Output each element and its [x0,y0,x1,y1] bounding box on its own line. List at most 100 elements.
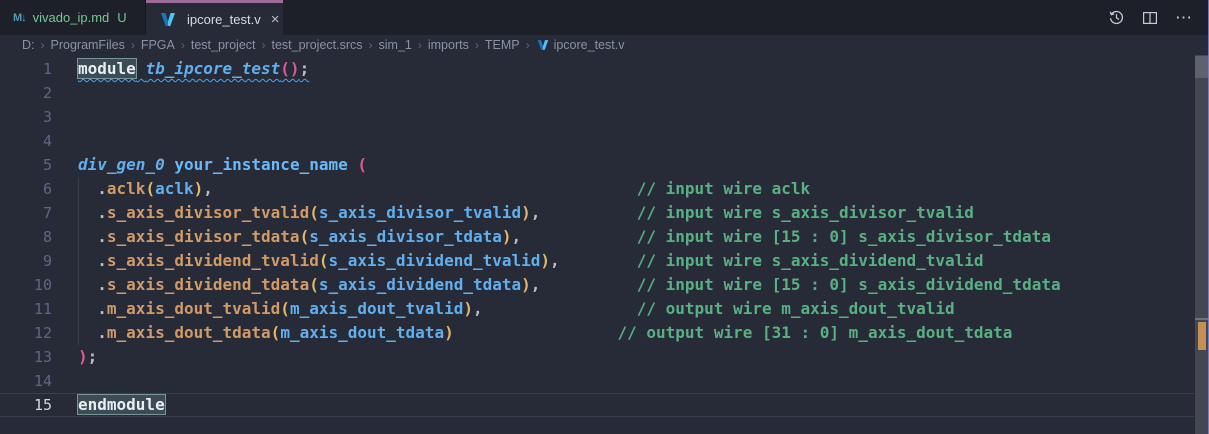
line-number: 5 [0,153,52,177]
code-token: ( [309,275,319,294]
code-content: .s_axis_divisor_tdata(s_axis_divisor_tda… [78,225,1051,249]
breadcrumb-item[interactable]: D: [21,38,36,52]
code-line[interactable]: 8 .s_axis_divisor_tdata(s_axis_divisor_t… [0,225,1194,249]
code-line[interactable]: 4 [0,129,1194,153]
code-token [136,59,146,78]
code-token: , [203,179,213,198]
code-line[interactable]: 3 [0,105,1194,129]
code-token: m_axis_dout_tdata [280,323,444,342]
code-line[interactable]: 2 [0,81,1194,105]
code-token: your_instance_name [174,155,347,174]
line-number: 13 [0,345,52,369]
breadcrumb-item[interactable]: imports [427,38,470,52]
breadcrumb-item-file[interactable]: ipcore_test.v [553,38,626,52]
code-token [78,275,97,294]
code-line[interactable]: 14 [0,369,1194,393]
code-token: ( [300,227,310,246]
code-token: . [97,275,107,294]
tab-ipcore-test-v[interactable]: ipcore_test.v × [146,0,283,35]
code-token: // input wire [15 : 0] s_axis_divisor_td… [637,227,1051,246]
breadcrumb-separator: › [470,38,484,52]
code-token: tb_ipcore_test [145,59,280,78]
breadcrumb-item[interactable]: test_project.srcs [271,38,364,52]
code-content: .m_axis_dout_tvalid(m_axis_dout_tvalid),… [78,297,955,321]
code-content: module tb_ipcore_test(); [78,57,309,81]
line-number: 10 [0,273,52,297]
breadcrumb-item[interactable]: TEMP [484,38,521,52]
breadcrumb-separator: › [257,38,271,52]
line-number: 2 [0,81,52,105]
code-token [560,251,637,270]
code-token: ) [521,275,531,294]
more-actions-icon[interactable]: ⋯ [1175,8,1193,28]
code-token: ) [463,299,473,318]
code-line[interactable]: 1module tb_ipcore_test(); [0,57,1194,81]
code-token: ; [300,59,310,78]
code-content: .s_axis_divisor_tvalid(s_axis_divisor_tv… [78,201,974,225]
scrollbar-thumb[interactable] [1195,56,1209,78]
code-token: ) [444,323,454,342]
breadcrumb-item[interactable]: sim_1 [378,38,413,52]
code-token: ( [357,155,367,174]
scrollbar-track[interactable] [1195,55,1209,434]
timeline-history-icon[interactable] [1108,9,1125,26]
close-icon[interactable]: × [268,10,283,29]
breadcrumb-item[interactable]: test_project [190,38,257,52]
code-token: aclk [155,179,194,198]
line-number: 8 [0,225,52,249]
code-token: div_gen_0 [78,155,165,174]
code-token: . [97,227,107,246]
breadcrumb-item[interactable]: ProgramFiles [50,38,126,52]
line-number: 3 [0,105,52,129]
code-token: aclk [107,179,146,198]
code-line[interactable]: 11 .m_axis_dout_tvalid(m_axis_dout_tvali… [0,297,1194,321]
code-content: .s_axis_dividend_tdata(s_axis_dividend_t… [78,273,1061,297]
vscode-window: M↓ vivado_ip.md U ipcore_test.v × [0,0,1209,434]
code-line[interactable]: 12 .m_axis_dout_tdata(m_axis_dout_tdata)… [0,321,1194,345]
code-token: , [473,299,483,318]
tab-vivado-ip-md[interactable]: M↓ vivado_ip.md U [0,0,146,35]
code-line[interactable]: 13); [0,345,1194,369]
breadcrumb-separator: › [36,38,50,52]
code-token: s_axis_divisor_tdata [107,227,300,246]
vivado-icon [537,39,549,51]
occurrence-highlight: endmodule [78,395,165,414]
code-content: .m_axis_dout_tdata(m_axis_dout_tdata) //… [78,321,1012,345]
breadcrumb-separator: › [521,38,535,52]
code-content: endmodule [78,394,165,416]
code-token [78,323,97,342]
code-token: . [97,251,107,270]
code-token: // output wire m_axis_dout_tvalid [637,299,955,318]
code-token: s_axis_dividend_tdata [319,275,521,294]
code-token: ) [521,203,531,222]
squiggle-underline: module tb_ipcore_test(); [78,59,309,78]
code-token: , [531,275,541,294]
split-editor-icon[interactable] [1142,10,1158,26]
git-untracked-badge: U [117,10,126,25]
code-content: div_gen_0 your_instance_name ( [78,153,367,177]
code-token: s_axis_divisor_tvalid [107,203,309,222]
code-line[interactable]: 7 .s_axis_divisor_tvalid(s_axis_divisor_… [0,201,1194,225]
tab-label: vivado_ip.md [33,10,110,25]
overview-ruler-line [1195,318,1209,320]
code-token: . [97,299,107,318]
breadcrumb-item[interactable]: FPGA [140,38,176,52]
code-token [78,227,97,246]
line-number: 6 [0,177,52,201]
code-line[interactable]: 5 div_gen_0 your_instance_name ( [0,153,1194,177]
code-line[interactable]: 6 .aclk(aclk), // input wire aclk [0,177,1194,201]
code-token: m_axis_dout_tvalid [290,299,463,318]
line-number: 9 [0,249,52,273]
code-content: ); [78,345,97,369]
code-token: ) [78,347,88,366]
code-line[interactable]: 15endmodule [0,393,1194,417]
code-token [483,299,637,318]
code-token: ; [88,347,98,366]
code-editor[interactable]: 1module tb_ipcore_test();2345 div_gen_0 y… [0,55,1209,434]
code-token: s_axis_dividend_tvalid [107,251,319,270]
code-line[interactable]: 9 .s_axis_dividend_tvalid(s_axis_dividen… [0,249,1194,273]
code-token: . [97,203,107,222]
breadcrumb-separator: › [126,38,140,52]
code-line[interactable]: 10 .s_axis_dividend_tdata(s_axis_dividen… [0,273,1194,297]
code-token: s_axis_dividend_tvalid [328,251,540,270]
